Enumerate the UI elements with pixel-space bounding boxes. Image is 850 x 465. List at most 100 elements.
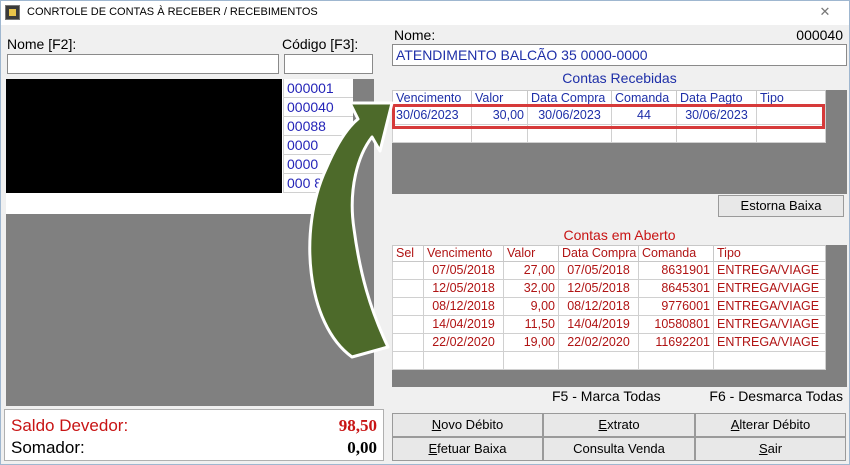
alterar-debito-label: lterar Débito <box>739 417 811 432</box>
alterar-debito-button[interactable]: Alterar Débito <box>695 413 846 437</box>
sair-label: air <box>767 441 783 456</box>
sair-mnemonic: S <box>758 441 768 456</box>
col-header[interactable]: Comanda <box>638 245 714 262</box>
col-header[interactable]: Data Compra <box>527 90 612 107</box>
empty-cell <box>503 351 559 370</box>
f5-hint: F5 - Marca Todas <box>552 388 661 404</box>
efetuar-baixa-label: fetuar Baixa <box>437 441 507 456</box>
saldo-devedor-label: Saldo Devedor: <box>11 416 129 435</box>
cell-comanda: 8645301 <box>638 279 714 298</box>
col-header[interactable]: Vencimento <box>423 245 504 262</box>
cell-valor: 11,50 <box>503 315 559 334</box>
table-header-row: Sel Vencimento Valor Data Compra Comanda… <box>392 245 826 262</box>
novo-debito-button[interactable]: Novo Débito <box>392 413 543 437</box>
extrato-label: xtrato <box>607 417 640 432</box>
novo-debito-mnemonic: N <box>431 417 442 432</box>
cell-tipo: ENTREGA/VIAGE <box>713 261 826 280</box>
consulta-venda-button[interactable]: Consulta Venda <box>543 437 695 461</box>
col-header[interactable]: Comanda <box>611 90 677 107</box>
estorna-baixa-button[interactable]: Estorna Baixa <box>718 195 844 217</box>
table-row[interactable]: 30/06/2023 30,00 30/06/2023 44 30/06/202… <box>392 106 826 125</box>
client-name-field[interactable]: ATENDIMENTO BALCÃO 35 0000-0000 <box>392 44 847 66</box>
cell-data-compra: 08/12/2018 <box>558 297 639 316</box>
cell-vencimento: 22/02/2020 <box>423 333 504 352</box>
cell-valor: 19,00 <box>503 333 559 352</box>
efetuar-baixa-mnemonic: E <box>428 441 438 456</box>
cell-data-compra: 22/02/2020 <box>558 333 639 352</box>
cell-comanda: 44 <box>611 106 677 125</box>
name-search-label: Nome [F2]: <box>7 36 77 52</box>
col-header[interactable]: Tipo <box>756 90 826 107</box>
empty-cell <box>676 124 757 143</box>
cell-comanda: 8631901 <box>638 261 714 280</box>
table-row[interactable]: 12/05/2018 32,00 12/05/2018 8645301 ENTR… <box>392 279 826 298</box>
cell-tipo: ENTREGA/VIAGE <box>713 315 826 334</box>
col-header[interactable]: Data Compra <box>558 245 639 262</box>
redacted-names-block <box>6 79 282 193</box>
table-row[interactable]: 22/02/2020 19,00 22/02/2020 11692201 ENT… <box>392 333 826 352</box>
cell-vencimento: 07/05/2018 <box>423 261 504 280</box>
cell-vencimento: 08/12/2018 <box>423 297 504 316</box>
somador-label: Somador: <box>11 438 85 457</box>
cell-data-compra: 14/04/2019 <box>558 315 639 334</box>
code-search-label: Código [F3]: <box>282 36 359 52</box>
open-accounts-table[interactable]: Sel Vencimento Valor Data Compra Comanda… <box>392 245 826 370</box>
main-window: CONRTOLE DE CONTAS À RECEBER / RECEBIMEN… <box>0 0 850 465</box>
cell-data-compra: 30/06/2023 <box>527 106 612 125</box>
cell-tipo: ENTREGA/VIAGE <box>713 297 826 316</box>
client-name-label: Nome: <box>394 27 436 43</box>
cell-vencimento: 14/04/2019 <box>423 315 504 334</box>
empty-cell <box>392 124 472 143</box>
cell-comanda: 9776001 <box>638 297 714 316</box>
empty-cell <box>611 124 677 143</box>
cell-valor: 27,00 <box>503 261 559 280</box>
table-row[interactable]: 14/04/2019 11,50 14/04/2019 10580801 ENT… <box>392 315 826 334</box>
client-code-value: 000040 <box>796 27 843 43</box>
table-header-row: Vencimento Valor Data Compra Comanda Dat… <box>392 90 826 107</box>
col-header[interactable]: Valor <box>471 90 528 107</box>
novo-debito-label: ovo Débito <box>441 417 504 432</box>
col-header[interactable]: Vencimento <box>392 90 472 107</box>
cell-vencimento: 12/05/2018 <box>423 279 504 298</box>
table-row-empty <box>392 351 826 370</box>
curved-arrow-icon <box>308 101 394 359</box>
efetuar-baixa-button[interactable]: Efetuar Baixa <box>392 437 543 461</box>
empty-cell <box>756 124 826 143</box>
cell-comanda: 11692201 <box>638 333 714 352</box>
table-row-empty <box>392 124 826 143</box>
open-accounts-title: Contas em Aberto <box>563 227 676 243</box>
extrato-button[interactable]: Extrato <box>543 413 695 437</box>
title-bar: CONRTOLE DE CONTAS À RECEBER / RECEBIMEN… <box>1 1 849 25</box>
received-accounts-title: Contas Recebidas <box>562 70 677 86</box>
empty-cell <box>423 351 504 370</box>
empty-cell <box>638 351 714 370</box>
empty-cell <box>527 124 612 143</box>
saldo-devedor-value: 98,50 <box>338 416 377 435</box>
cell-data-pagto: 30/06/2023 <box>676 106 757 125</box>
col-header[interactable]: Valor <box>503 245 559 262</box>
name-search-input[interactable] <box>7 54 279 74</box>
cell-data-compra: 12/05/2018 <box>558 279 639 298</box>
empty-cell <box>471 124 528 143</box>
cell-valor: 32,00 <box>503 279 559 298</box>
cell-tipo: ENTREGA/VIAGE <box>713 279 826 298</box>
somador-value: 0,00 <box>347 438 377 457</box>
cell-data-compra: 07/05/2018 <box>558 261 639 280</box>
sair-button[interactable]: Sair <box>695 437 846 461</box>
cell-valor: 30,00 <box>471 106 528 125</box>
received-accounts-table[interactable]: Vencimento Valor Data Compra Comanda Dat… <box>392 90 826 143</box>
window-title: CONRTOLE DE CONTAS À RECEBER / RECEBIMEN… <box>27 6 318 18</box>
cell-comanda: 10580801 <box>638 315 714 334</box>
col-header[interactable]: Tipo <box>713 245 826 262</box>
app-icon <box>5 5 20 20</box>
cell-valor: 9,00 <box>503 297 559 316</box>
cell-tipo <box>756 106 826 125</box>
table-row[interactable]: 07/05/2018 27,00 07/05/2018 8631901 ENTR… <box>392 261 826 280</box>
empty-cell <box>713 351 826 370</box>
table-row[interactable]: 08/12/2018 9,00 08/12/2018 9776001 ENTRE… <box>392 297 826 316</box>
totals-panel: Saldo Devedor: 98,50 Somador: 0,00 <box>4 409 384 461</box>
col-header[interactable]: Data Pagto <box>676 90 757 107</box>
extrato-mnemonic: E <box>598 417 608 432</box>
close-icon[interactable]: ✕ <box>807 3 843 21</box>
empty-cell <box>558 351 639 370</box>
